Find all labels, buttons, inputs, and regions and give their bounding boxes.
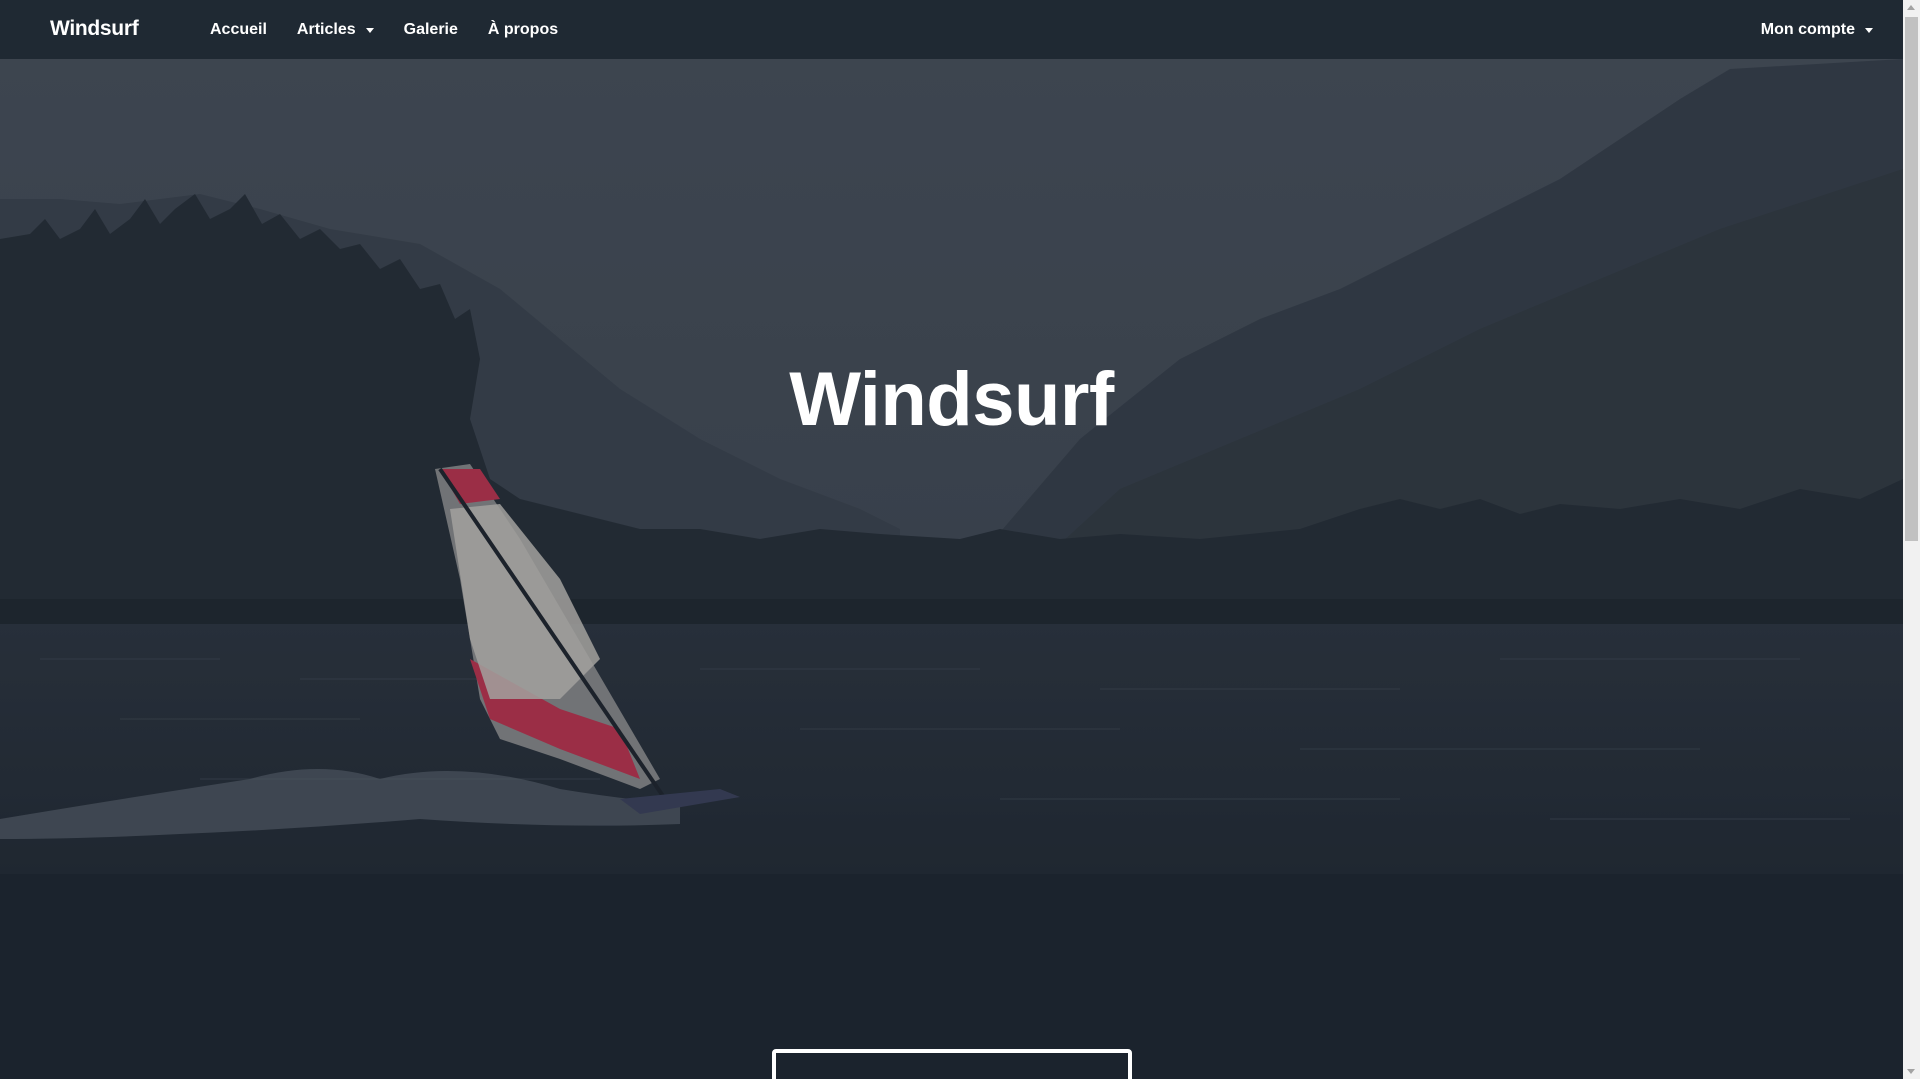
nav-link-label: Articles xyxy=(296,20,356,38)
brand-logo[interactable]: Windsurf xyxy=(50,17,139,41)
scroll-down-arrow-icon[interactable] xyxy=(1907,1069,1915,1074)
hero-banner: Windsurf xyxy=(0,59,1903,949)
nav-link-label: Accueil xyxy=(210,20,267,38)
account-menu[interactable]: Mon compte xyxy=(1761,0,1873,59)
nav-link-articles[interactable]: Articles xyxy=(297,21,374,39)
nav-link-label: Galerie xyxy=(403,20,458,38)
nav-link-accueil[interactable]: Accueil xyxy=(210,21,267,39)
scrollbar-thumb[interactable] xyxy=(1905,17,1918,541)
hero-background-image xyxy=(0,59,1903,949)
scroll-up-arrow-icon[interactable] xyxy=(1907,5,1915,10)
nav-link-a-propos[interactable]: À propos xyxy=(488,21,558,39)
chevron-down-icon xyxy=(365,28,374,33)
page: Windsurf Accueil Articles Galerie À prop… xyxy=(0,0,1903,1079)
nav-link-galerie[interactable]: Galerie xyxy=(404,21,458,39)
cta-button[interactable] xyxy=(772,1049,1132,1079)
vertical-scrollbar[interactable] xyxy=(1903,0,1920,1079)
top-navbar: Windsurf Accueil Articles Galerie À prop… xyxy=(0,0,1903,59)
account-label: Mon compte xyxy=(1760,20,1855,38)
nav-link-label: À propos xyxy=(487,20,559,38)
nav-links: Accueil Articles Galerie À propos xyxy=(210,0,588,59)
hero-title: Windsurf xyxy=(789,357,1114,442)
chevron-down-icon xyxy=(1865,28,1873,33)
